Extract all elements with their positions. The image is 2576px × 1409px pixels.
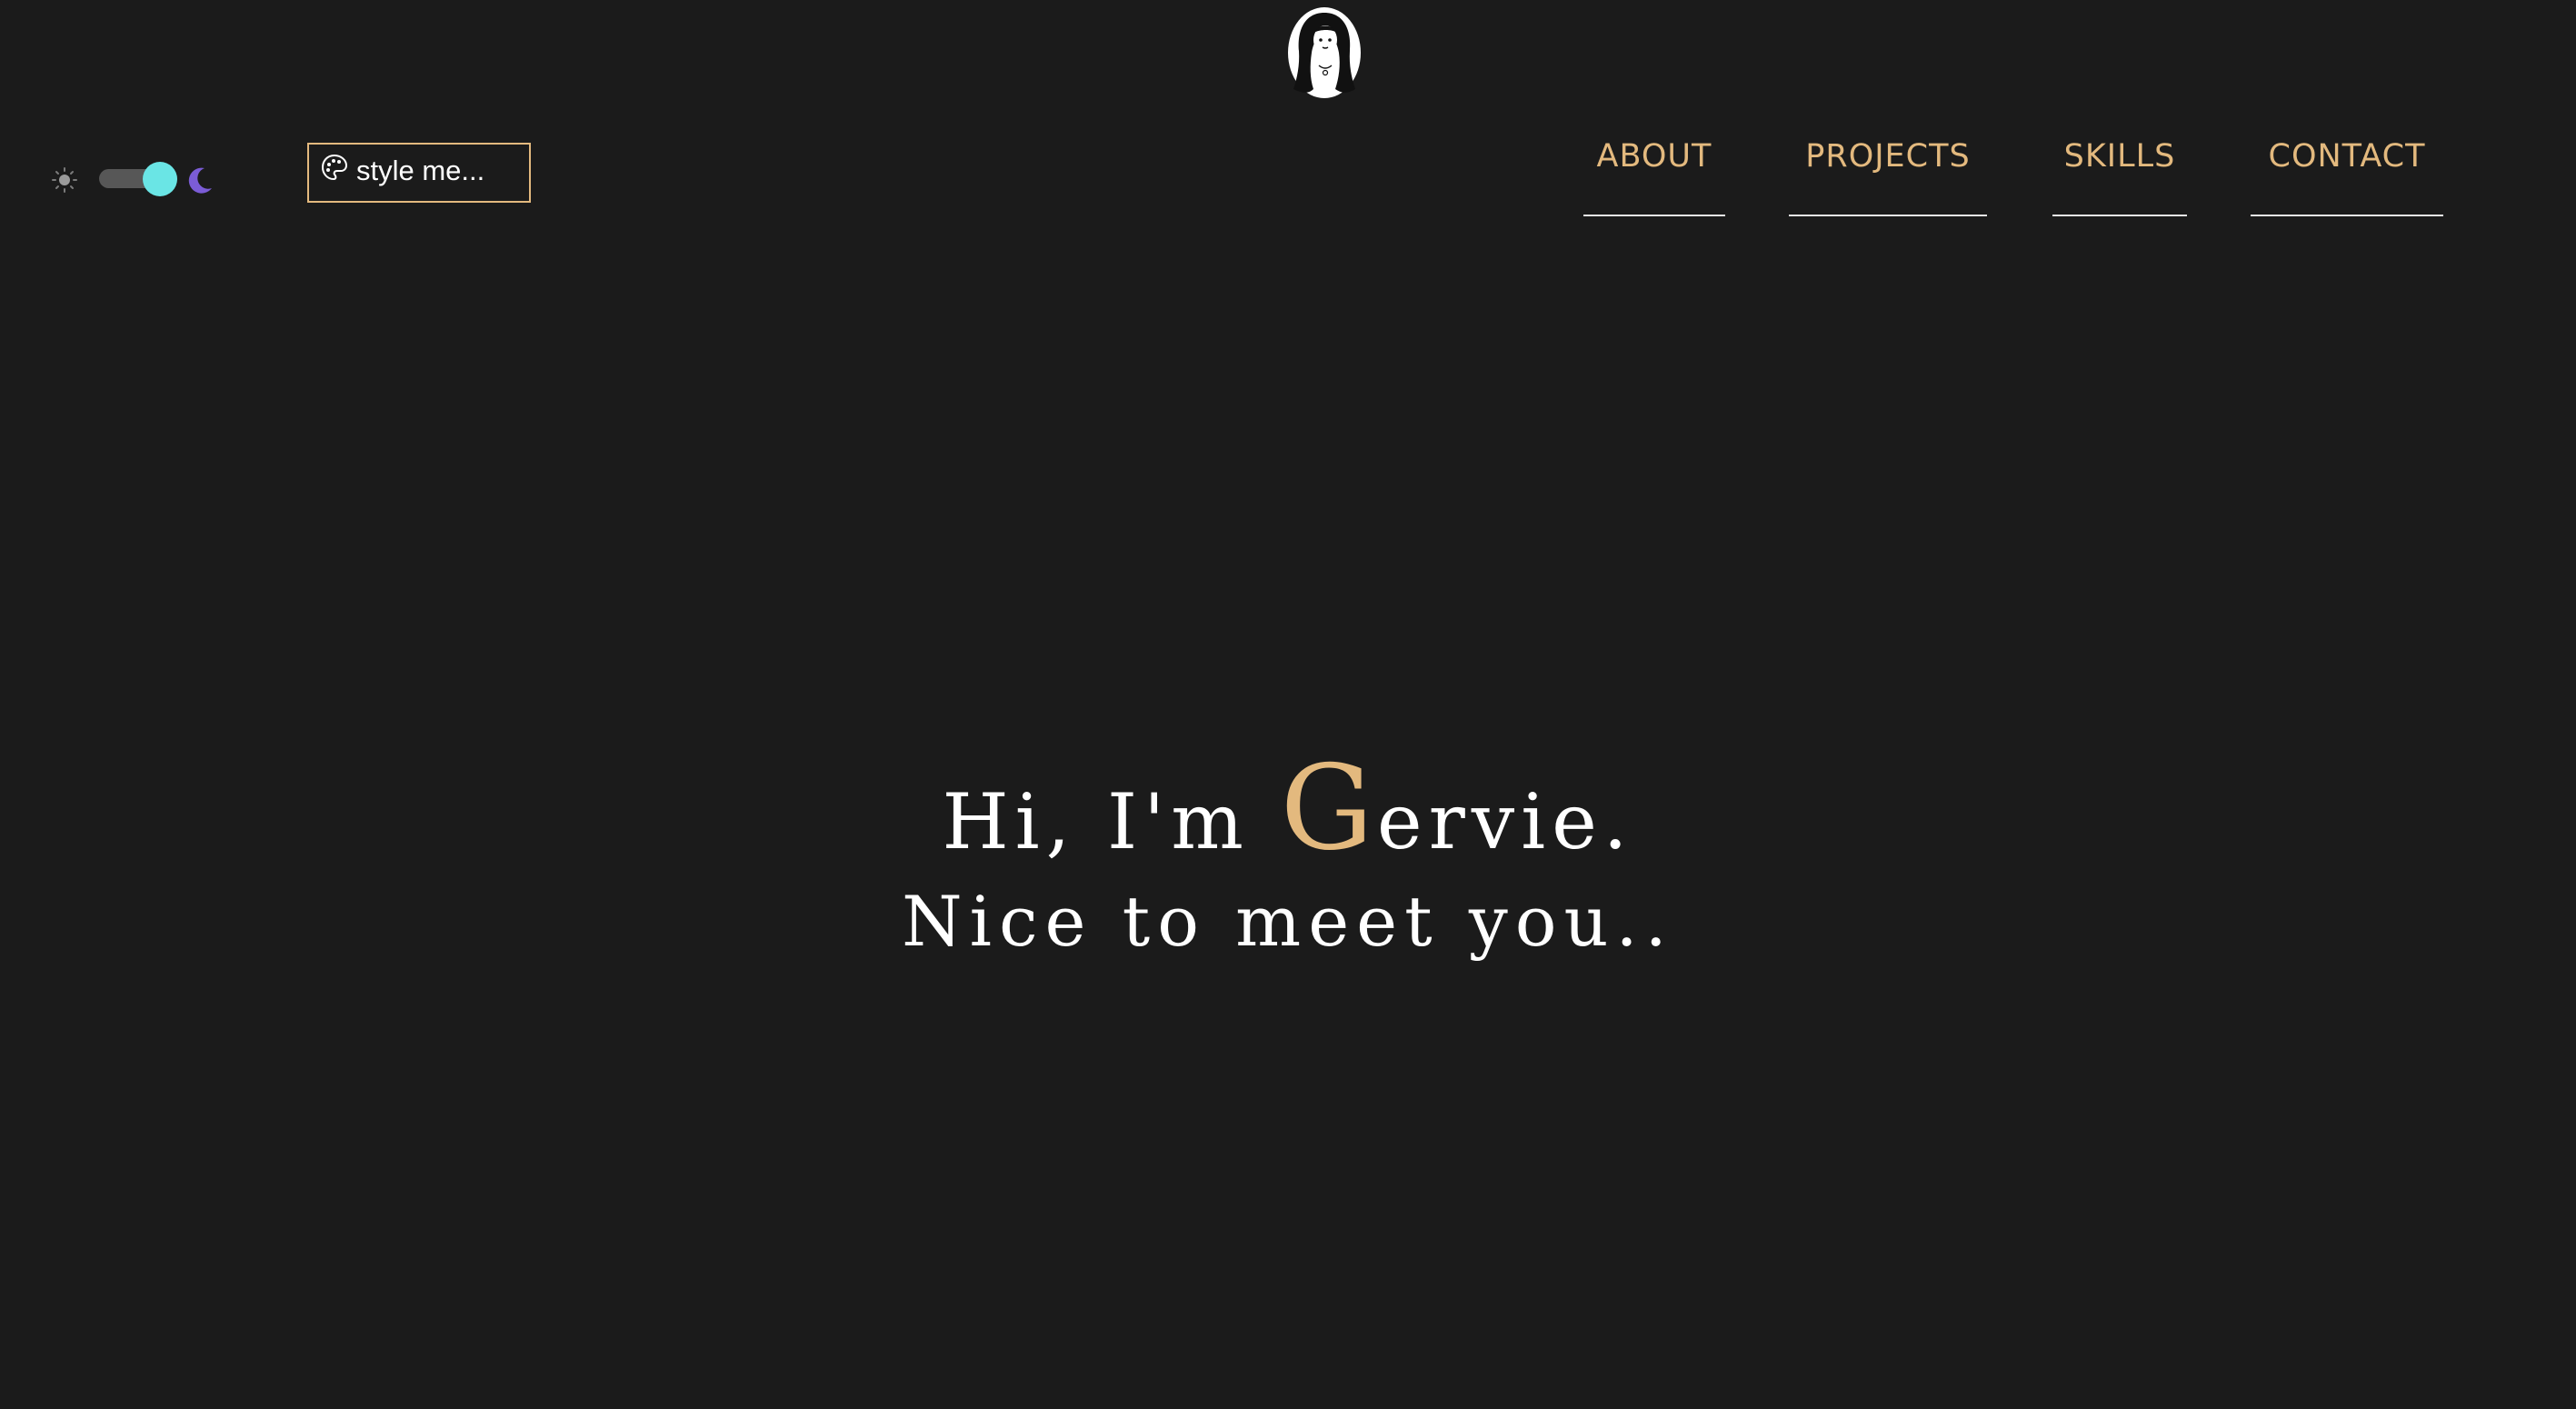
hero-greeting: Hi, I'm Gervie.: [0, 751, 2576, 876]
avatar-icon: [1288, 7, 1361, 98]
hero-subline: Nice to meet you..: [902, 881, 1674, 962]
nav-link-projects[interactable]: PROJECTS: [1789, 135, 1987, 216]
nav-link-skills[interactable]: SKILLS: [2052, 135, 2187, 216]
theme-toggle[interactable]: [51, 159, 219, 199]
greeting-prefix: Hi, I'm: [942, 777, 1281, 866]
name-rest: ervie.: [1376, 777, 1634, 866]
avatar-logo[interactable]: [1286, 5, 1363, 100]
moon-icon: [188, 167, 212, 194]
toggle-knob[interactable]: [143, 162, 177, 196]
style-me-label: style me...: [356, 155, 485, 186]
style-me-button[interactable]: style me...: [307, 143, 531, 203]
sun-icon: [52, 167, 77, 193]
palette-icon: [321, 154, 348, 181]
hero-section: Hi, I'm Gervie. Nice to meet you..: [0, 751, 2576, 967]
nav-link-about[interactable]: ABOUT: [1583, 135, 1725, 216]
nav-link-contact[interactable]: CONTACT: [2251, 135, 2443, 216]
name-initial: G: [1280, 741, 1377, 876]
